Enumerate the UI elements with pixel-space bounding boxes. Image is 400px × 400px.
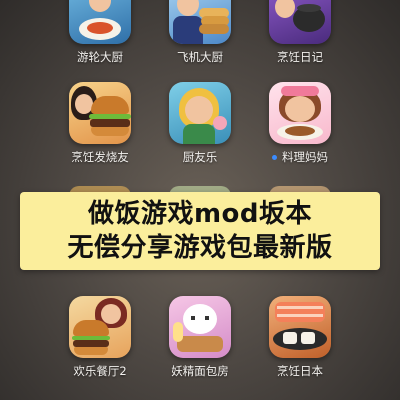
app-happy-restaurant[interactable]: 欢乐餐厅2 bbox=[60, 296, 140, 378]
app-label: 料理妈妈 bbox=[260, 150, 340, 164]
chef-friends-icon[interactable] bbox=[169, 82, 231, 144]
app-cooking-diary[interactable]: 烹饪日记 bbox=[260, 0, 340, 64]
cooking-fever-icon[interactable] bbox=[69, 82, 131, 144]
fairy-bakery-icon[interactable] bbox=[169, 296, 231, 358]
happy-restaurant-icon[interactable] bbox=[69, 296, 131, 358]
app-label-text: 料理妈妈 bbox=[282, 150, 328, 164]
cruise-chef-icon[interactable] bbox=[69, 0, 131, 44]
app-airplane-chef[interactable]: 飞机大厨 bbox=[160, 0, 240, 64]
app-cooking-fever[interactable]: 烹饪发烧友 bbox=[60, 82, 140, 164]
cooking-japan-icon[interactable] bbox=[269, 296, 331, 358]
app-label: 妖精面包房 bbox=[171, 364, 229, 378]
app-label: 厨友乐 bbox=[182, 150, 218, 164]
banner-line-2: 无偿分享游戏包最新版 bbox=[67, 233, 333, 263]
cooking-mama-icon[interactable] bbox=[269, 82, 331, 144]
promo-banner: 做饭游戏mod坂本 无偿分享游戏包最新版 bbox=[20, 192, 380, 270]
app-label: 欢乐餐厅2 bbox=[73, 364, 127, 378]
app-cruise-chef[interactable]: 游轮大厨 bbox=[60, 0, 140, 64]
new-indicator-dot bbox=[272, 155, 277, 160]
app-label: 烹饪日记 bbox=[277, 50, 323, 64]
cooking-diary-icon[interactable] bbox=[269, 0, 331, 44]
banner-line-1: 做饭游戏mod坂本 bbox=[87, 199, 313, 229]
app-label: 烹饪日本 bbox=[277, 364, 323, 378]
app-label: 烹饪发烧友 bbox=[71, 150, 129, 164]
app-fairy-bakery[interactable]: 妖精面包房 bbox=[160, 296, 240, 378]
app-cooking-mama[interactable]: 料理妈妈 bbox=[260, 82, 340, 164]
app-cooking-japan[interactable]: 烹饪日本 bbox=[260, 296, 340, 378]
app-label: 游轮大厨 bbox=[77, 50, 123, 64]
app-chef-friends[interactable]: 厨友乐 bbox=[160, 82, 240, 164]
airplane-chef-icon[interactable] bbox=[169, 0, 231, 44]
app-label: 飞机大厨 bbox=[177, 50, 223, 64]
